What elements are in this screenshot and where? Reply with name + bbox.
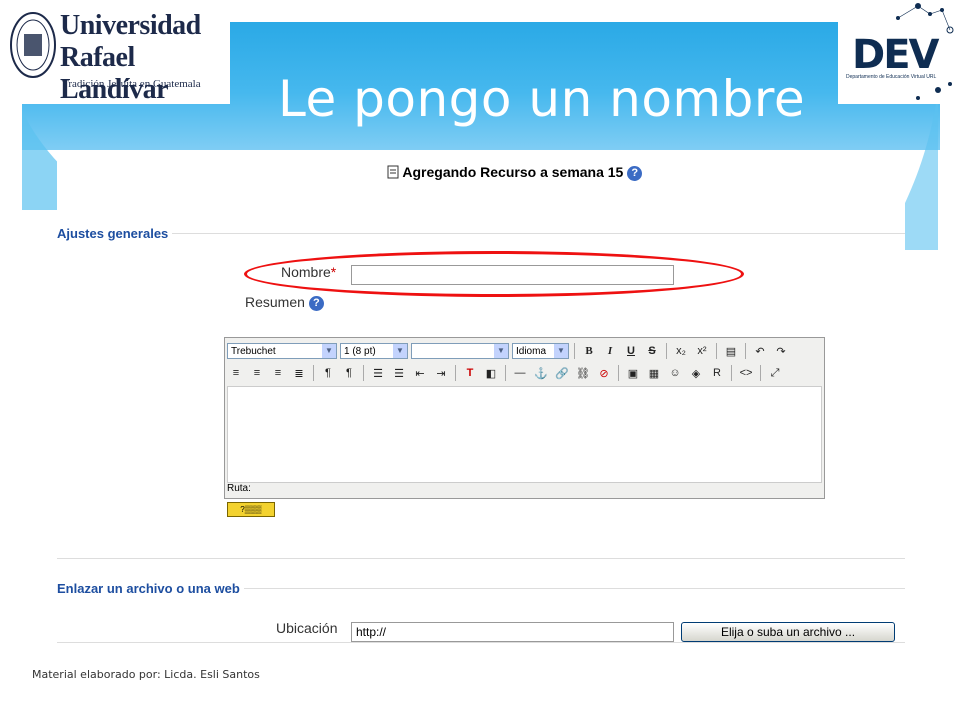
language-select[interactable]: Idioma ▼ xyxy=(512,343,569,359)
ordered-list-icon[interactable]: ☰ xyxy=(369,364,387,382)
university-logo: Universidad Rafael Landívar Tradición Je… xyxy=(0,0,230,105)
outdent-icon[interactable]: ⇤ xyxy=(411,364,429,382)
editor-content-area[interactable] xyxy=(227,386,822,483)
chevron-down-icon: ▼ xyxy=(494,344,508,358)
font-size-value: 1 (8 pt) xyxy=(344,345,376,357)
language-value: Idioma xyxy=(516,345,547,357)
university-name-line2: Rafael Landívar xyxy=(60,42,169,105)
slide-title: Le pongo un nombre xyxy=(278,70,806,128)
university-seal-icon xyxy=(10,12,56,78)
summary-help-icon[interactable]: ? xyxy=(308,295,324,311)
toolbar-separator xyxy=(505,365,506,381)
toolbar-separator xyxy=(760,365,761,381)
toolbar-separator xyxy=(666,343,667,359)
editor-toolbar-row1: Trebuchet ▼ 1 (8 pt) ▼ ▼ Idioma ▼ B I U S x… xyxy=(227,340,790,362)
name-input[interactable] xyxy=(351,265,674,285)
help-icon[interactable]: ? xyxy=(627,165,643,181)
bold-icon[interactable]: B xyxy=(580,342,598,360)
horizontal-rule-icon[interactable]: — xyxy=(511,364,529,382)
choose-file-button[interactable]: Elija o suba un archivo ... xyxy=(681,622,895,642)
summary-label: Resumen ? xyxy=(245,294,324,311)
general-fieldset-divider xyxy=(57,233,905,234)
chevron-down-icon: ▼ xyxy=(393,344,407,358)
fullscreen-icon[interactable]: ⤢ xyxy=(766,364,784,382)
toolbar-separator xyxy=(574,343,575,359)
toolbar-separator xyxy=(745,343,746,359)
search-replace-icon[interactable]: R xyxy=(708,364,726,382)
font-family-value: Trebuchet xyxy=(231,345,276,357)
location-input[interactable] xyxy=(351,622,674,642)
smiley-icon[interactable]: ☺ xyxy=(666,364,684,382)
editor-toolbar-row2: ≡ ≡ ≡ ≣ ¶ ¶ ☰ ☰ ⇤ ⇥ T ◧ — ⚓ 🔗 ⛓ ⊘ ▣ ▦ ☺ … xyxy=(227,362,784,384)
toolbar-separator xyxy=(363,365,364,381)
general-settings-legend: Ajustes generales xyxy=(57,226,173,241)
undo-icon[interactable]: ↶ xyxy=(751,342,769,360)
university-name-line1: Universidad xyxy=(60,10,201,41)
html-editor: Trebuchet ▼ 1 (8 pt) ▼ ▼ Idioma ▼ B I U S x… xyxy=(224,337,825,499)
table-icon[interactable]: ▦ xyxy=(645,364,663,382)
anchor-icon[interactable]: ⚓ xyxy=(532,364,550,382)
chevron-down-icon: ▼ xyxy=(322,344,336,358)
html-source-icon[interactable]: <> xyxy=(737,364,755,382)
italic-icon[interactable]: I xyxy=(601,342,619,360)
text-color-icon[interactable]: T xyxy=(461,364,479,382)
rtl-icon[interactable]: ¶ xyxy=(340,364,358,382)
highlight-color-icon[interactable]: ◧ xyxy=(482,364,500,382)
unlink-icon[interactable]: ⛓ xyxy=(574,364,592,382)
strikethrough-icon[interactable]: S xyxy=(643,342,661,360)
paste-word-icon[interactable]: ▤ xyxy=(722,342,740,360)
form-heading-text: Agregando Recurso a semana 15 xyxy=(402,164,624,180)
ltr-icon[interactable]: ¶ xyxy=(319,364,337,382)
align-right-icon[interactable]: ≡ xyxy=(269,364,287,382)
font-family-select[interactable]: Trebuchet ▼ xyxy=(227,343,337,359)
form-heading: Agregando Recurso a semana 15 ? xyxy=(387,164,643,181)
moodle-resource-form: Agregando Recurso a semana 15 ? Ajustes … xyxy=(57,152,905,644)
nolink-icon[interactable]: ⊘ xyxy=(595,364,613,382)
dev-logo-text: DEV xyxy=(852,32,939,78)
university-tagline: Tradición Jesuita en Guatemala xyxy=(62,78,201,90)
required-marker: * xyxy=(330,264,337,280)
redo-icon[interactable]: ↷ xyxy=(772,342,790,360)
section-divider xyxy=(57,558,905,559)
toolbar-separator xyxy=(313,365,314,381)
name-label-text: Nombre xyxy=(281,264,331,280)
font-size-select[interactable]: 1 (8 pt) ▼ xyxy=(340,343,408,359)
unordered-list-icon[interactable]: ☰ xyxy=(390,364,408,382)
toolbar-separator xyxy=(455,365,456,381)
chevron-down-icon: ▼ xyxy=(554,344,568,358)
align-justify-icon[interactable]: ≣ xyxy=(290,364,308,382)
summary-label-text: Resumen xyxy=(245,294,305,310)
format-select[interactable]: ▼ xyxy=(411,343,509,359)
indent-icon[interactable]: ⇥ xyxy=(432,364,450,382)
dev-logo-subtitle: Departamento de Educación Virtual URL xyxy=(846,74,937,80)
underline-icon[interactable]: U xyxy=(622,342,640,360)
superscript-icon[interactable]: x² xyxy=(693,342,711,360)
special-char-icon[interactable]: ◈ xyxy=(687,364,705,382)
dev-logo: DEV Departamento de Educación Virtual UR… xyxy=(838,0,960,104)
location-label: Ubicación xyxy=(276,620,338,636)
document-icon xyxy=(387,165,399,179)
name-label: Nombre* xyxy=(281,264,336,280)
align-center-icon[interactable]: ≡ xyxy=(248,364,266,382)
subscript-icon[interactable]: x₂ xyxy=(672,342,690,360)
toolbar-separator xyxy=(731,365,732,381)
align-left-icon[interactable]: ≡ xyxy=(227,364,245,382)
link-icon[interactable]: 🔗 xyxy=(553,364,571,382)
toolbar-separator xyxy=(618,365,619,381)
link-legend: Enlazar un archivo o una web xyxy=(57,581,244,596)
image-icon[interactable]: ▣ xyxy=(624,364,642,382)
editor-path-bar: Ruta: xyxy=(227,483,251,494)
footer-credit: Material elaborado por: Licda. Esli Sant… xyxy=(32,668,260,681)
toolbar-separator xyxy=(716,343,717,359)
editor-toggle-button[interactable]: ?▒▒▒ xyxy=(227,502,275,517)
bottom-divider xyxy=(57,642,905,643)
